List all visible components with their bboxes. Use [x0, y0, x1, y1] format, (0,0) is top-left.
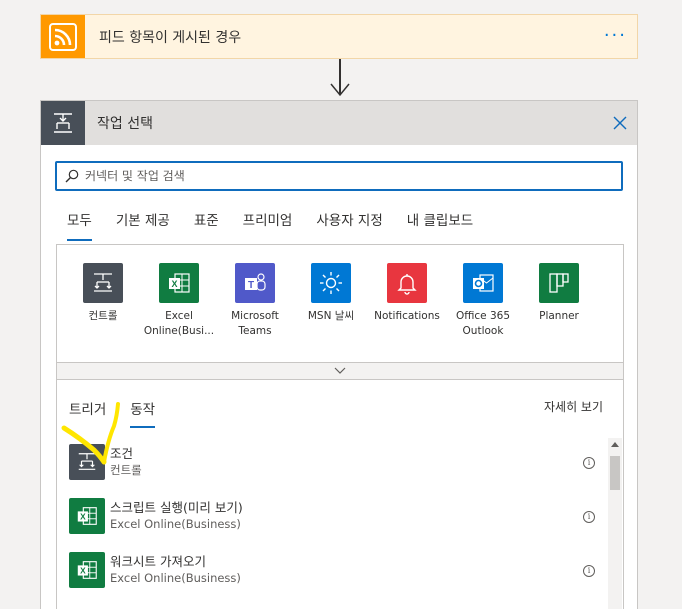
svg-text:T: T — [248, 280, 254, 291]
excel-icon: X — [159, 263, 199, 303]
action-item-condition[interactable]: 조건 컨트롤 i — [69, 444, 595, 498]
chevron-down-icon — [334, 367, 346, 374]
connector-label: Office 365 Outlook — [455, 310, 511, 337]
connector-list: 컨트롤 X Excel Online(Busi... T Microsoft T… — [65, 263, 597, 339]
action-panel-title: 작업 선택 — [97, 116, 153, 132]
info-icon[interactable]: i — [583, 565, 595, 577]
connectors-panel: 컨트롤 X Excel Online(Busi... T Microsoft T… — [56, 244, 624, 380]
connector-label: Notifications — [374, 310, 440, 322]
more-options-icon[interactable]: ··· — [604, 25, 627, 46]
trigger-card[interactable]: 피드 항목이 게시된 경우 ··· — [40, 14, 638, 59]
excel-icon: X — [69, 552, 105, 588]
bell-icon — [387, 263, 427, 303]
connector-planner[interactable]: Planner — [521, 263, 597, 339]
action-item-get-worksheets[interactable]: X 워크시트 가져오기 Excel Online(Business) i — [69, 552, 595, 606]
tab-all[interactable]: 모두 — [67, 209, 92, 241]
connector-notifications[interactable]: Notifications — [369, 263, 445, 339]
action-title: 조건 — [110, 446, 134, 461]
connector-search-box[interactable] — [55, 161, 623, 191]
trigger-title: 피드 항목이 게시된 경우 — [99, 29, 242, 46]
close-icon[interactable] — [611, 114, 629, 132]
tab-triggers[interactable]: 트리거 — [69, 398, 106, 428]
trigger-action-tabs: 트리거 동작 — [69, 398, 179, 428]
connector-office365-outlook[interactable]: Office 365 Outlook — [445, 263, 521, 339]
connector-microsoft-teams[interactable]: T Microsoft Teams — [217, 263, 293, 339]
category-tabs: 모두 기본 제공 표준 프리미엄 사용자 지정 내 클립보드 — [67, 209, 497, 241]
control-icon — [41, 101, 85, 145]
connector-label: Planner — [539, 310, 579, 322]
action-connector: 컨트롤 — [110, 463, 142, 477]
teams-icon: T — [235, 263, 275, 303]
svg-text:X: X — [80, 512, 86, 522]
choose-action-card: 작업 선택 모두 기본 제공 표준 프리미엄 사용자 지정 내 클립보드 — [40, 100, 638, 609]
search-input[interactable] — [85, 169, 605, 183]
connector-label: Excel Online(Busi... — [143, 310, 215, 337]
action-title: 워크시트 가져오기 — [110, 554, 206, 569]
info-icon[interactable]: i — [583, 511, 595, 523]
action-connector: Excel Online(Business) — [110, 517, 241, 531]
tab-built-in[interactable]: 기본 제공 — [116, 209, 170, 241]
expand-connectors-button[interactable] — [56, 362, 624, 380]
tab-actions[interactable]: 동작 — [130, 398, 155, 428]
excel-icon: X — [69, 498, 105, 534]
scroll-up-icon[interactable] — [611, 442, 619, 447]
outlook-icon — [463, 263, 503, 303]
see-more-link[interactable]: 자세히 보기 — [544, 398, 603, 415]
connector-control[interactable]: 컨트롤 — [65, 263, 141, 339]
tab-my-clipboard[interactable]: 내 클립보드 — [407, 209, 473, 241]
action-result-list: 조건 컨트롤 i X 스크립트 실행(미리 보기) Excel Online(B… — [69, 444, 595, 606]
connector-excel-online[interactable]: X Excel Online(Busi... — [141, 263, 217, 339]
connector-label: Microsoft Teams — [231, 310, 279, 337]
scroll-thumb[interactable] — [610, 456, 620, 490]
tab-standard[interactable]: 표준 — [194, 209, 219, 241]
control-icon — [69, 444, 105, 480]
tab-premium[interactable]: 프리미엄 — [243, 209, 293, 241]
rss-icon — [41, 15, 85, 58]
weather-icon — [311, 263, 351, 303]
connector-label: 컨트롤 — [88, 310, 118, 322]
action-header: 작업 선택 — [41, 101, 637, 145]
results-scrollbar[interactable] — [608, 438, 622, 609]
flow-arrow-icon — [330, 59, 350, 97]
svg-text:X: X — [171, 279, 177, 289]
info-icon[interactable]: i — [583, 457, 595, 469]
control-icon — [83, 263, 123, 303]
results-panel: 트리거 동작 자세히 보기 조건 컨트롤 i X 스크립트 실행(미리 보기) … — [56, 380, 624, 609]
action-item-run-script[interactable]: X 스크립트 실행(미리 보기) Excel Online(Business) … — [69, 498, 595, 552]
action-title: 스크립트 실행(미리 보기) — [110, 500, 243, 515]
connector-msn-weather[interactable]: MSN 날씨 — [293, 263, 369, 339]
svg-text:X: X — [80, 566, 86, 576]
connector-label: MSN 날씨 — [307, 310, 355, 322]
tab-custom[interactable]: 사용자 지정 — [316, 209, 382, 241]
action-connector: Excel Online(Business) — [110, 571, 241, 585]
search-icon — [65, 169, 79, 183]
planner-icon — [539, 263, 579, 303]
